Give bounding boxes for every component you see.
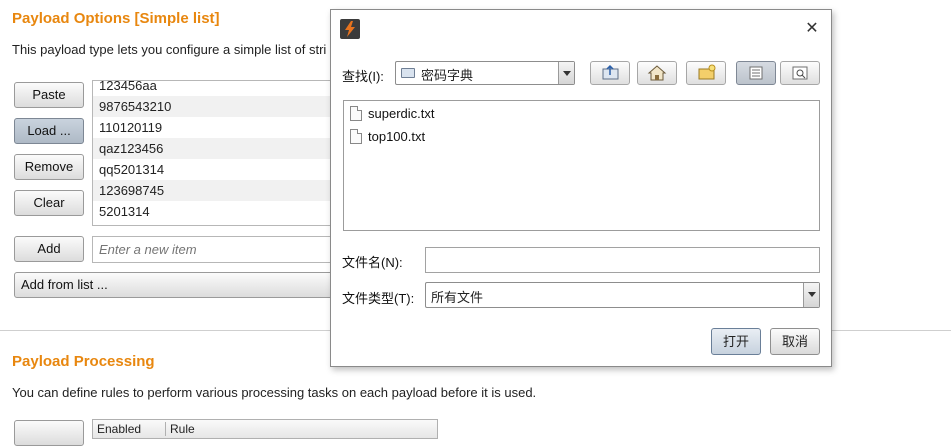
file-name: superdic.txt [368, 106, 435, 121]
chevron-down-icon[interactable] [558, 62, 574, 84]
file-type-combo[interactable]: 所有文件 [425, 282, 820, 308]
list-item[interactable]: 5201314 [93, 201, 341, 222]
list-item[interactable]: 123698745 [93, 180, 341, 201]
file-item[interactable]: superdic.txt [350, 104, 434, 124]
details-view-icon [792, 66, 808, 80]
burp-app-icon [340, 19, 360, 39]
look-in-combo[interactable]: 密码字典 [395, 61, 575, 85]
open-file-dialog: ✕ 查找(I): 密码字典 superdic.txt top100.txt 文件… [330, 9, 832, 367]
list-item[interactable]: qaz123456 [93, 138, 341, 159]
new-folder-icon [698, 64, 716, 80]
file-type-label: 文件类型(T): [342, 291, 415, 306]
home-icon [647, 65, 667, 81]
add-button[interactable]: Add [14, 236, 84, 262]
look-in-value: 密码字典 [421, 68, 474, 83]
chevron-down-icon[interactable] [803, 283, 819, 307]
table-header-enabled[interactable]: Enabled [97, 422, 141, 436]
list-item[interactable]: 123456aa [93, 81, 341, 96]
list-view-button[interactable] [736, 61, 776, 85]
file-list[interactable]: superdic.txt top100.txt [343, 100, 820, 231]
payload-processing-title: Payload Processing [12, 353, 155, 370]
file-name-field[interactable] [425, 247, 820, 273]
processing-rules-table: Enabled Rule [92, 419, 438, 439]
list-view-icon [749, 66, 763, 80]
payload-processing-description: You can define rules to perform various … [12, 385, 537, 400]
details-view-button[interactable] [780, 61, 820, 85]
paste-button[interactable]: Paste [14, 82, 84, 108]
list-item[interactable]: 110120119 [93, 117, 341, 138]
up-folder-button[interactable] [590, 61, 630, 85]
list-item[interactable]: 9876543210 [93, 96, 341, 117]
table-header-rule[interactable]: Rule [165, 422, 195, 436]
payload-options-description: This payload type lets you configure a s… [12, 42, 327, 57]
home-button[interactable] [637, 61, 677, 85]
file-type-value: 所有文件 [431, 290, 484, 305]
remove-button[interactable]: Remove [14, 154, 84, 180]
cancel-button[interactable]: 取消 [770, 328, 820, 355]
look-in-label: 查找(I): [342, 69, 384, 84]
file-name-label: 文件名(N): [342, 255, 403, 270]
payload-list[interactable]: 123456aa 9876543210 110120119 qaz123456 … [92, 80, 342, 226]
file-item[interactable]: top100.txt [350, 127, 425, 147]
new-item-input[interactable] [92, 236, 342, 263]
add-from-list-label: Add from list ... [21, 277, 108, 292]
file-icon [350, 129, 362, 144]
list-item[interactable]: qq5201314 [93, 159, 341, 180]
file-icon [350, 106, 362, 121]
add-from-list-dropdown[interactable]: Add from list ... [14, 272, 344, 298]
file-name: top100.txt [368, 129, 426, 144]
payload-options-title: Payload Options [Simple list] [12, 10, 220, 27]
load-button[interactable]: Load ... [14, 118, 84, 144]
clear-button[interactable]: Clear [14, 190, 84, 216]
folder-icon [401, 68, 415, 78]
open-button[interactable]: 打开 [711, 328, 761, 355]
up-folder-icon [602, 64, 619, 80]
processing-add-button[interactable] [14, 420, 84, 446]
close-icon[interactable]: ✕ [801, 18, 823, 40]
new-folder-button[interactable] [686, 61, 726, 85]
